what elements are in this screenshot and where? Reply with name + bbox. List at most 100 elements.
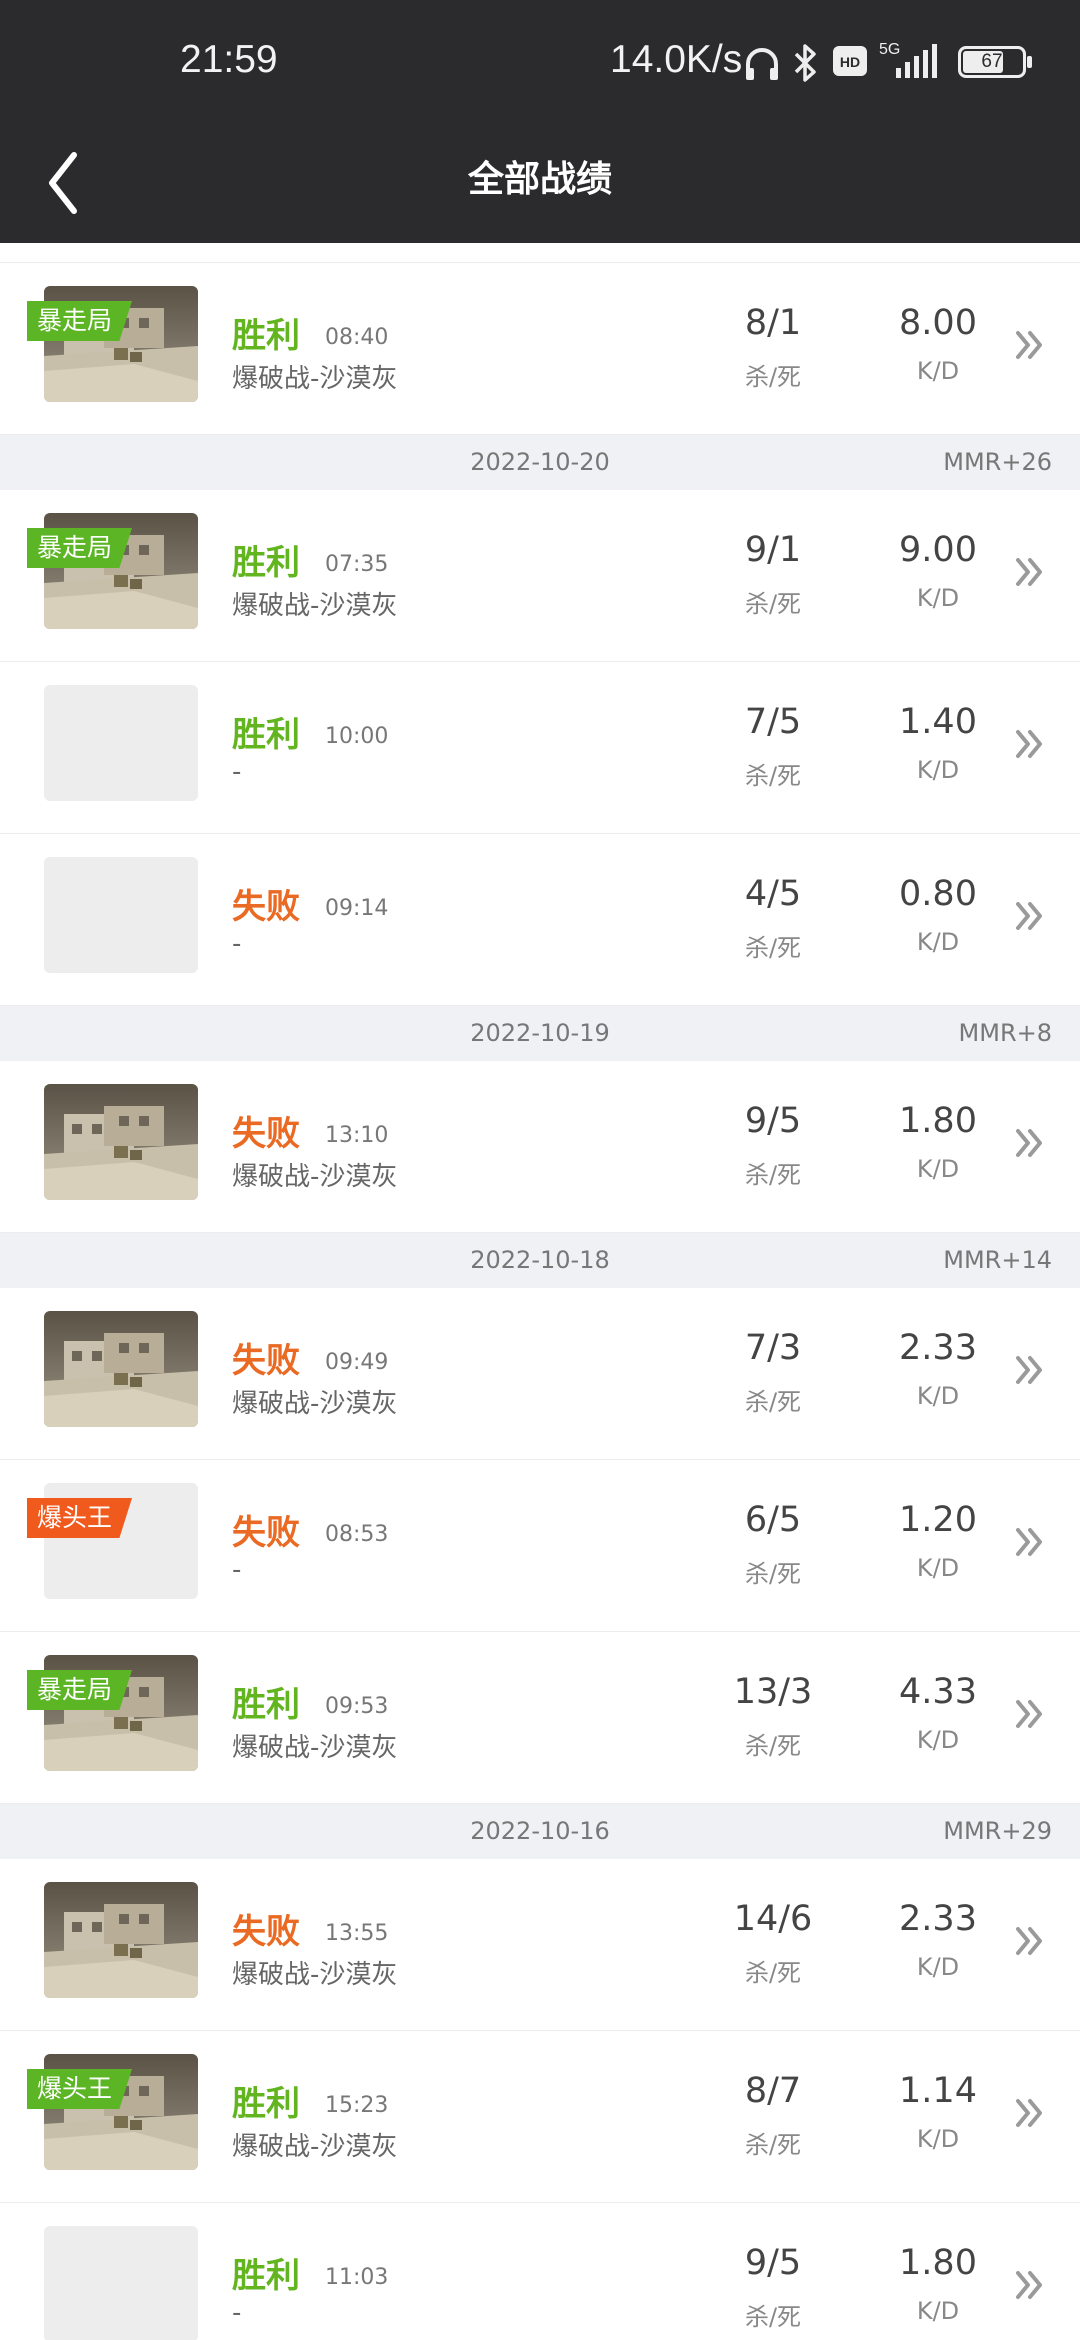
double-chevron-right-icon[interactable] xyxy=(1012,1520,1048,1564)
hd-icon: HD xyxy=(833,46,867,76)
kd-ratio: 9.00 xyxy=(899,530,977,570)
kills-deaths: 8/1 xyxy=(744,303,802,343)
svg-text:5G: 5G xyxy=(879,41,900,58)
match-result: 失败 xyxy=(232,1341,300,1381)
kd-ratio: 1.20 xyxy=(899,1500,977,1540)
match-result: 胜利 xyxy=(232,1685,300,1725)
match-result: 失败 xyxy=(232,1912,300,1952)
match-result: 胜利 xyxy=(232,2084,300,2124)
mmr-change: MMR+14 xyxy=(943,1246,1052,1274)
kills-deaths: 9/1 xyxy=(744,530,802,570)
match-mode: - xyxy=(232,1555,242,1585)
kills-deaths: 7/5 xyxy=(744,702,802,742)
match-mode: 爆破战-沙漠灰 xyxy=(232,1733,398,1763)
match-time: 10:00 xyxy=(325,724,389,749)
kills-deaths-label: 杀/死 xyxy=(744,1732,802,1760)
kd-ratio-label: K/D xyxy=(916,1726,960,1754)
kills-deaths-label: 杀/死 xyxy=(744,363,802,391)
bluetooth-icon xyxy=(794,44,816,82)
kd-ratio-label: K/D xyxy=(916,2125,960,2153)
match-mode: 爆破战-沙漠灰 xyxy=(232,1389,398,1419)
kd-ratio: 4.33 xyxy=(899,1672,977,1712)
match-row[interactable]: 暴走局 胜利 07:35 爆破战-沙漠灰 9/1 杀/死 9.00 K/D xyxy=(0,490,1080,662)
match-row[interactable]: 胜利 11:03 - 9/5 杀/死 1.80 K/D xyxy=(0,2203,1080,2340)
map-thumbnail xyxy=(44,1882,198,1998)
kills-deaths-label: 杀/死 xyxy=(744,762,802,790)
headphones-icon xyxy=(746,48,778,80)
kd-ratio: 1.14 xyxy=(899,2071,977,2111)
match-row[interactable]: 失败 09:14 - 4/5 杀/死 0.80 K/D xyxy=(0,834,1080,1006)
double-chevron-right-icon[interactable] xyxy=(1012,722,1048,766)
match-mode: 爆破战-沙漠灰 xyxy=(232,2132,398,2162)
match-result: 失败 xyxy=(232,1114,300,1154)
match-row[interactable]: 爆头王 胜利 15:23 爆破战-沙漠灰 8/7 杀/死 1.14 K/D xyxy=(0,2031,1080,2203)
match-time: 07:35 xyxy=(325,552,389,577)
kd-ratio-label: K/D xyxy=(916,584,960,612)
match-row[interactable]: 胜利 10:00 - 7/5 杀/死 1.40 K/D xyxy=(0,662,1080,834)
match-result: 胜利 xyxy=(232,316,300,356)
mmr-change: MMR+26 xyxy=(943,448,1052,476)
match-row[interactable]: 暴走局 胜利 09:53 爆破战-沙漠灰 13/3 杀/死 4.33 K/D xyxy=(0,1632,1080,1804)
thumbnail-placeholder xyxy=(44,857,198,973)
app-header: 21:59 14.0K/s HD 5G 67 全部战绩 xyxy=(0,0,1080,243)
match-history-list[interactable]: 暴走局 胜利 08:40 爆破战-沙漠灰 8/1 杀/死 8.00 K/D 20… xyxy=(0,243,1080,2340)
date-label: 2022-10-16 xyxy=(470,1817,610,1845)
double-chevron-right-icon[interactable] xyxy=(1012,2263,1048,2307)
match-result: 胜利 xyxy=(232,715,300,755)
match-result: 失败 xyxy=(232,1513,300,1553)
match-badge: 暴走局 xyxy=(27,301,133,341)
kd-ratio-label: K/D xyxy=(916,1382,960,1410)
match-badge: 暴走局 xyxy=(27,1670,133,1710)
match-mode: - xyxy=(232,929,242,959)
kd-ratio-label: K/D xyxy=(916,756,960,784)
double-chevron-right-icon[interactable] xyxy=(1012,894,1048,938)
thumbnail-placeholder xyxy=(44,685,198,801)
kd-ratio-label: K/D xyxy=(916,1953,960,1981)
match-row[interactable]: 失败 09:49 爆破战-沙漠灰 7/3 杀/死 2.33 K/D xyxy=(0,1288,1080,1460)
kd-ratio: 1.80 xyxy=(899,1101,977,1141)
match-mode: 爆破战-沙漠灰 xyxy=(232,364,398,394)
kills-deaths: 9/5 xyxy=(744,1101,802,1141)
kills-deaths-label: 杀/死 xyxy=(744,1560,802,1588)
match-time: 13:10 xyxy=(325,1123,389,1148)
kills-deaths-label: 杀/死 xyxy=(744,1388,802,1416)
date-separator: 2022-10-16 MMR+29 xyxy=(0,1804,1080,1859)
status-bar: 21:59 14.0K/s HD 5G 67 xyxy=(0,0,1080,125)
kd-ratio: 0.80 xyxy=(899,874,977,914)
match-mode: - xyxy=(232,757,242,787)
kills-deaths-label: 杀/死 xyxy=(744,1161,802,1189)
match-row[interactable]: 失败 13:10 爆破战-沙漠灰 9/5 杀/死 1.80 K/D xyxy=(0,1061,1080,1233)
match-row[interactable]: 暴走局 胜利 08:40 爆破战-沙漠灰 8/1 杀/死 8.00 K/D xyxy=(0,263,1080,435)
match-result: 失败 xyxy=(232,887,300,927)
double-chevron-right-icon[interactable] xyxy=(1012,1919,1048,1963)
double-chevron-right-icon[interactable] xyxy=(1012,2091,1048,2135)
match-mode: 爆破战-沙漠灰 xyxy=(232,591,398,621)
battery-level: 67 xyxy=(981,51,1003,72)
double-chevron-right-icon[interactable] xyxy=(1012,323,1048,367)
date-label: 2022-10-20 xyxy=(470,448,610,476)
signal-5g-icon: 5G xyxy=(879,41,937,78)
double-chevron-right-icon[interactable] xyxy=(1012,1348,1048,1392)
match-time: 15:23 xyxy=(325,2093,389,2118)
kd-ratio: 2.33 xyxy=(899,1899,977,1939)
page-title: 全部战绩 xyxy=(467,159,612,200)
match-row[interactable]: 爆头王 失败 08:53 - 6/5 杀/死 1.20 K/D xyxy=(0,1460,1080,1632)
double-chevron-right-icon[interactable] xyxy=(1012,1121,1048,1165)
match-time: 09:14 xyxy=(325,896,389,921)
kills-deaths: 6/5 xyxy=(744,1500,802,1540)
svg-text:HD: HD xyxy=(840,54,860,70)
double-chevron-right-icon[interactable] xyxy=(1012,550,1048,594)
match-row[interactable]: 失败 13:55 爆破战-沙漠灰 14/6 杀/死 2.33 K/D xyxy=(0,1859,1080,2031)
thumbnail-placeholder xyxy=(44,2226,198,2340)
match-result: 胜利 xyxy=(232,2256,300,2296)
list-top-spacer xyxy=(0,243,1080,263)
kd-ratio-label: K/D xyxy=(916,2297,960,2325)
date-separator: 2022-10-19 MMR+8 xyxy=(0,1006,1080,1061)
double-chevron-right-icon[interactable] xyxy=(1012,1692,1048,1736)
kd-ratio-label: K/D xyxy=(916,928,960,956)
match-mode: 爆破战-沙漠灰 xyxy=(232,1960,398,1990)
kills-deaths: 7/3 xyxy=(744,1328,802,1368)
mmr-change: MMR+29 xyxy=(943,1817,1052,1845)
kd-ratio: 1.80 xyxy=(899,2243,977,2283)
match-badge: 暴走局 xyxy=(27,528,133,568)
